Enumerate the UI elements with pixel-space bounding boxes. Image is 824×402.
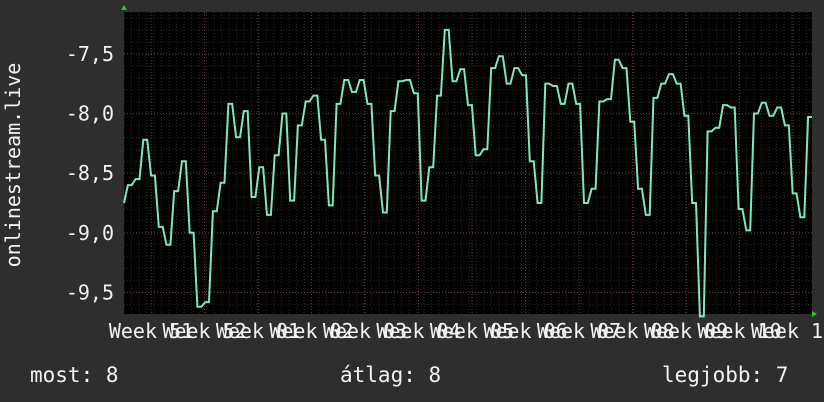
y-tick-label: -9,0 xyxy=(66,221,114,245)
stat-current: most: 8 xyxy=(30,363,119,387)
chart: -7,5 -8,0 -8,5 -9,0 -9,5 Week 51Week 52Week … xyxy=(1,5,824,343)
y-tick-label: -9,5 xyxy=(66,281,114,305)
stat-average: átlag: 8 xyxy=(340,363,442,387)
x-tick-label: Week 11 xyxy=(751,319,824,343)
y-axis-label: onlinestream.live xyxy=(1,63,25,268)
x-axis-ticks: Week 51Week 52Week 01Week 02Week 03Week … xyxy=(109,319,824,343)
y-tick-label: -7,5 xyxy=(66,42,114,66)
stat-best: legjobb: 7 xyxy=(662,363,789,387)
x-axis-arrow-icon xyxy=(812,311,817,317)
y-tick-label: -8,5 xyxy=(66,161,114,185)
y-axis-arrow-icon xyxy=(121,5,127,10)
y-tick-label: -8,0 xyxy=(66,101,114,125)
y-axis-ticks: -7,5 -8,0 -8,5 -9,0 -9,5 xyxy=(66,42,114,305)
